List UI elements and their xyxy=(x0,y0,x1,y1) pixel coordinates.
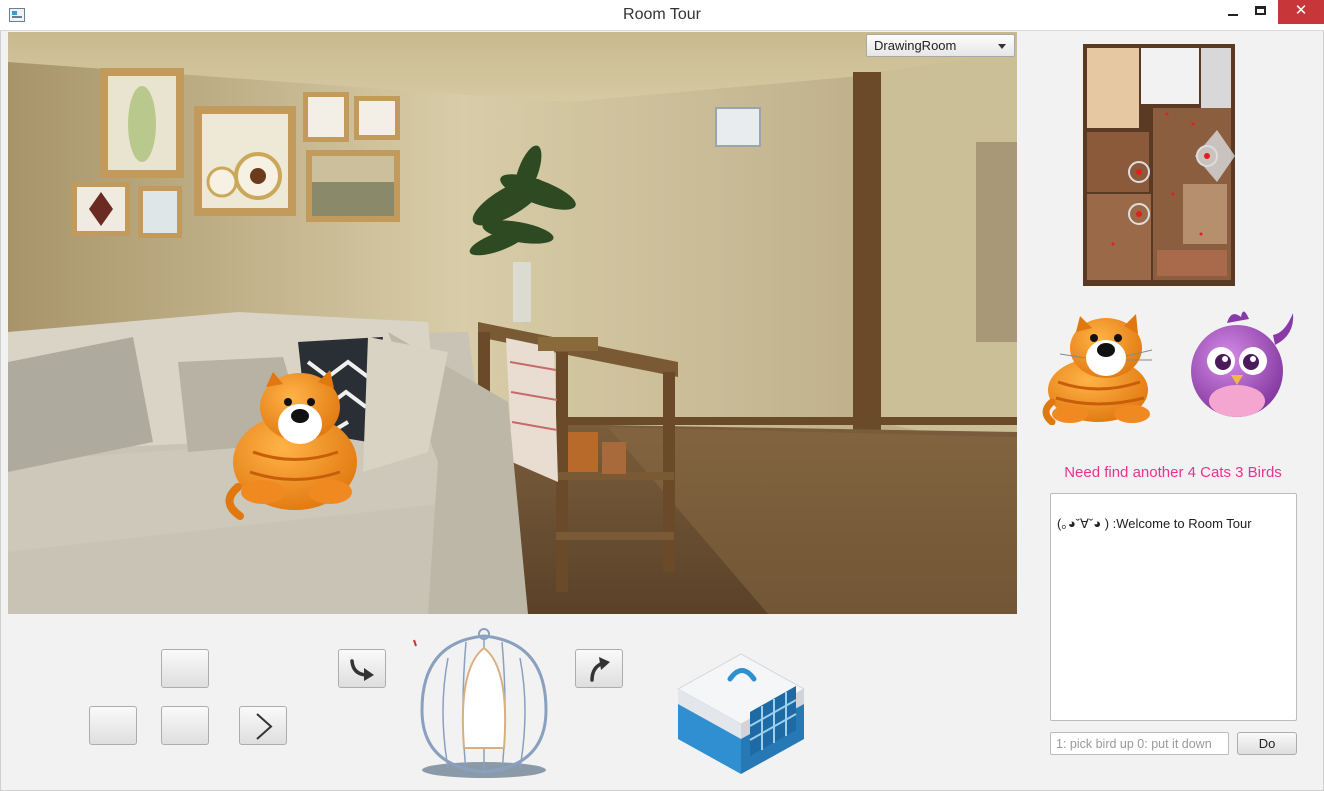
curved-arrow-down-right-icon xyxy=(350,659,374,681)
window-title: Room Tour xyxy=(623,6,701,23)
move-forward-button[interactable] xyxy=(161,649,209,688)
cat-icon xyxy=(1042,314,1153,425)
maximize-icon xyxy=(1255,6,1266,15)
move-back-button[interactable] xyxy=(161,706,209,745)
turn-left-button[interactable] xyxy=(338,649,386,688)
minimize-button[interactable] xyxy=(1218,0,1248,24)
pet-carrier-icon[interactable] xyxy=(668,634,814,780)
move-left-button[interactable] xyxy=(89,706,137,745)
close-icon: ✕ xyxy=(1294,2,1308,19)
curved-arrow-up-right-icon xyxy=(590,657,610,682)
bird-icon xyxy=(1191,311,1294,417)
title-bar: Room Tour ✕ xyxy=(0,0,1324,31)
chevron-right-icon xyxy=(256,713,273,740)
floor-plan-map[interactable] xyxy=(1083,44,1235,286)
close-button[interactable]: ✕ xyxy=(1278,0,1324,24)
turn-right-button[interactable] xyxy=(575,649,623,688)
room-select-value: DrawingRoom xyxy=(874,38,957,53)
move-right-button[interactable] xyxy=(239,706,287,745)
message-log[interactable]: (｡◕ˇ∀ˇ◕ ) :Welcome to Room Tour xyxy=(1050,493,1297,721)
minimize-icon xyxy=(1228,14,1238,16)
log-line: (｡◕ˇ∀ˇ◕ ) :Welcome to Room Tour xyxy=(1057,516,1252,531)
room-select[interactable]: DrawingRoom xyxy=(866,34,1015,57)
command-input[interactable] xyxy=(1050,732,1229,755)
room-view[interactable] xyxy=(8,32,1017,614)
room-image xyxy=(8,32,1017,614)
status-text: Need find another 4 Cats 3 Birds xyxy=(1064,464,1282,481)
chevron-down-icon xyxy=(998,44,1006,49)
birdcage-icon[interactable] xyxy=(408,628,560,780)
maximize-button[interactable] xyxy=(1246,0,1276,24)
do-button[interactable]: Do xyxy=(1237,732,1297,755)
